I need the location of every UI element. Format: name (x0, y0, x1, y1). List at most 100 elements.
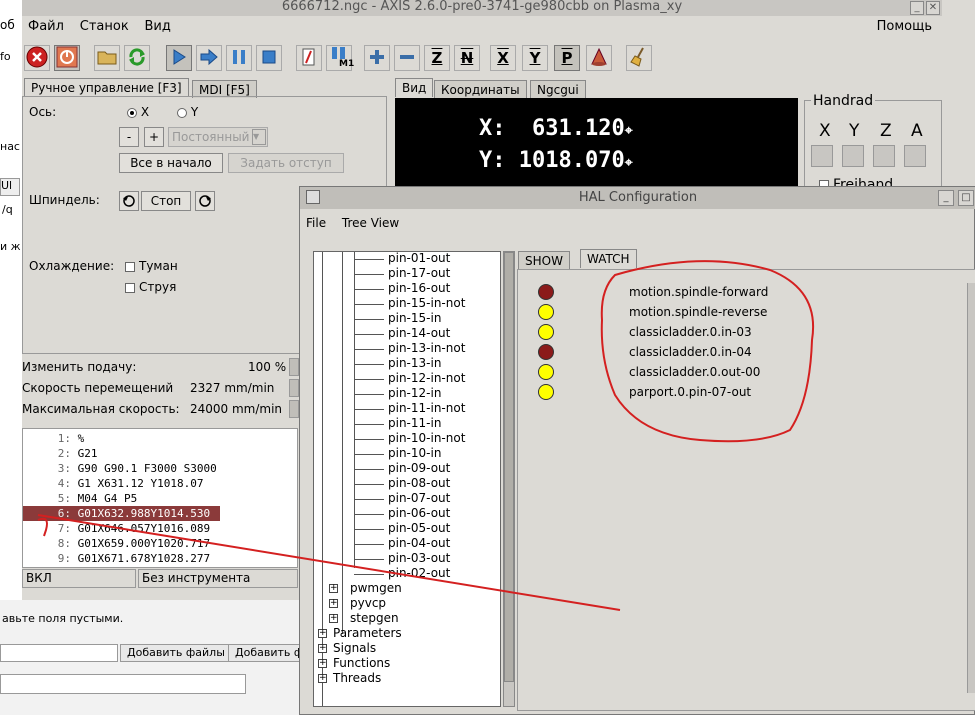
optional-stop-button[interactable]: M1 (326, 45, 354, 71)
watch-signal-name[interactable]: classicladder.0.in-03 (629, 325, 752, 339)
watch-signal-name[interactable]: classicladder.0.in-04 (629, 345, 752, 359)
tree-component-node[interactable]: + pyvcp (329, 596, 386, 611)
view-x-button[interactable]: X (490, 45, 516, 71)
expand-plus-icon[interactable]: + (318, 674, 327, 683)
spindle-stop-button[interactable]: Стоп (141, 191, 191, 211)
watch-signal-name[interactable]: parport.0.pin-07-out (629, 385, 751, 399)
expand-plus-icon[interactable]: + (329, 584, 338, 593)
tree-category-node[interactable]: + Parameters (318, 626, 402, 641)
tab-show[interactable]: SHOW (518, 251, 570, 269)
reload-button[interactable] (124, 45, 150, 71)
open-file-button[interactable] (94, 45, 120, 71)
bg-text-input[interactable] (0, 674, 246, 694)
tab-manual-control[interactable]: Ручное управление [F3] (24, 78, 189, 97)
watch-scrollbar[interactable] (967, 283, 975, 693)
gcode-listing[interactable]: 1: % 2: G21 3: G90 G90.1 F3000 S3000 4: … (22, 428, 298, 568)
hal-menu-tree-view[interactable]: Tree View (336, 213, 405, 233)
tree-pin-node[interactable]: pin-12-in-not (388, 371, 465, 386)
tree-scrollbar[interactable] (503, 251, 515, 707)
bg-add-files-button-2[interactable]: Добавить фа (228, 644, 300, 662)
view-y-button[interactable]: Y (522, 45, 548, 71)
tree-pin-node[interactable]: pin-17-out (388, 266, 450, 281)
mist-checkbox[interactable]: Туман (125, 259, 178, 273)
tree-pin-node[interactable]: pin-08-out (388, 476, 450, 491)
maximize-icon[interactable]: □ (958, 190, 974, 206)
tree-pin-node[interactable]: pin-14-out (388, 326, 450, 341)
jog-speed-slider[interactable] (289, 379, 299, 397)
tab-ngcgui[interactable]: Ngcgui (530, 80, 586, 98)
watch-signal-name[interactable]: motion.spindle-reverse (629, 305, 767, 319)
axis-y-radio[interactable]: Y (177, 105, 198, 119)
bg-add-files-button[interactable]: Добавить файлы (120, 644, 232, 662)
tree-category-node[interactable]: + Threads (318, 671, 381, 686)
handrad-x-button[interactable] (811, 145, 833, 167)
tree-pin-node[interactable]: pin-15-in-not (388, 296, 465, 311)
flood-checkbox[interactable]: Струя (125, 280, 176, 294)
tree-pin-node[interactable]: pin-02-out (388, 566, 450, 581)
handrad-a-button[interactable] (904, 145, 926, 167)
expand-plus-icon[interactable]: + (318, 629, 327, 638)
tree-pin-node[interactable]: pin-05-out (388, 521, 450, 536)
tree-pin-node[interactable]: pin-01-out (388, 252, 450, 266)
block-delete-button[interactable] (296, 45, 322, 71)
minimize-icon[interactable]: _ (910, 1, 924, 15)
rotate-view-button[interactable] (586, 45, 612, 71)
menu-machine[interactable]: Станок (74, 16, 135, 37)
jog-minus-button[interactable]: - (119, 127, 139, 147)
tree-pin-node[interactable]: pin-13-in-not (388, 341, 465, 356)
view-p-button[interactable]: P (554, 45, 580, 71)
bg-file-input[interactable] (0, 644, 118, 662)
tree-pin-node[interactable]: pin-13-in (388, 356, 441, 371)
run-button[interactable] (166, 45, 192, 71)
tree-pin-node[interactable]: pin-07-out (388, 491, 450, 506)
max-velocity-slider[interactable] (289, 400, 299, 418)
spindle-forward-button[interactable] (195, 191, 215, 211)
feed-override-slider[interactable] (289, 358, 299, 376)
view-z2-button[interactable]: N (454, 45, 480, 71)
machine-power-button[interactable] (54, 45, 80, 71)
jog-mode-select[interactable]: Постоянный ▼ (168, 127, 268, 147)
close-icon[interactable]: ✕ (926, 1, 940, 15)
tree-pin-node[interactable]: pin-04-out (388, 536, 450, 551)
handrad-z-button[interactable] (873, 145, 895, 167)
tree-category-node[interactable]: + Functions (318, 656, 390, 671)
zoom-out-button[interactable] (394, 45, 420, 71)
menu-view[interactable]: Вид (139, 16, 177, 37)
watch-signal-name[interactable]: classicladder.0.out-00 (629, 365, 760, 379)
tree-component-node[interactable]: + stepgen (329, 611, 399, 626)
tree-pin-node[interactable]: pin-10-in-not (388, 431, 465, 446)
tab-watch[interactable]: WATCH (580, 249, 637, 268)
tree-pin-node[interactable]: pin-15-in (388, 311, 441, 326)
tree-pin-node[interactable]: pin-12-in (388, 386, 441, 401)
window-menu-icon[interactable] (306, 190, 320, 204)
watch-signal-name[interactable]: motion.spindle-forward (629, 285, 768, 299)
expand-plus-icon[interactable]: + (318, 644, 327, 653)
tree-pin-node[interactable]: pin-11-in (388, 416, 441, 431)
menu-help[interactable]: Помощь (871, 16, 938, 37)
touch-off-button[interactable]: Задать отступ (228, 153, 344, 173)
estop-button[interactable] (24, 45, 50, 71)
handrad-y-button[interactable] (842, 145, 864, 167)
tree-pin-node[interactable]: pin-09-out (388, 461, 450, 476)
expand-plus-icon[interactable]: + (329, 599, 338, 608)
step-button[interactable] (196, 45, 222, 71)
tree-pin-node[interactable]: pin-16-out (388, 281, 450, 296)
tab-dro[interactable]: Координаты (434, 80, 527, 98)
jog-plus-button[interactable]: + (144, 127, 164, 147)
home-all-button[interactable]: Все в начало (119, 153, 223, 173)
clear-plot-button[interactable] (626, 45, 652, 71)
menu-file[interactable]: Файл (22, 16, 70, 37)
zoom-in-button[interactable] (364, 45, 390, 71)
tree-pin-node[interactable]: pin-10-in (388, 446, 441, 461)
tab-preview[interactable]: Вид (395, 78, 434, 97)
expand-plus-icon[interactable]: + (318, 659, 327, 668)
tree-pin-node[interactable]: pin-03-out (388, 551, 450, 566)
hal-tree-view[interactable]: pin-01-out pin-17-out pin-16-out pin-15-in-… (313, 251, 501, 707)
stop-button[interactable] (256, 45, 282, 71)
pause-button[interactable] (226, 45, 252, 71)
tree-pin-node[interactable]: pin-11-in-not (388, 401, 465, 416)
tree-pin-node[interactable]: pin-06-out (388, 506, 450, 521)
expand-plus-icon[interactable]: + (329, 614, 338, 623)
view-z-button[interactable]: Z (424, 45, 450, 71)
tree-category-node[interactable]: + Signals (318, 641, 376, 656)
